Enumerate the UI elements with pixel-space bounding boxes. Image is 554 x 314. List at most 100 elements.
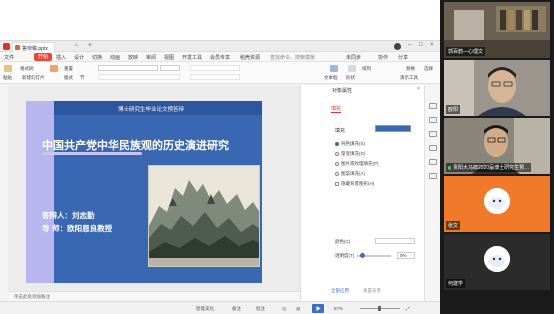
select-label[interactable]: 选择 [424,66,433,72]
smart-beautify-button[interactable]: 智能美化 [196,306,214,312]
current-slide[interactable]: 博士研究生毕业论文预答辩 中国共产党中华民族观的历史演进研究 答辩人：刘志勤 导… [26,101,262,283]
participant-avatar-4 [484,188,510,214]
new-tab-icon[interactable]: + [88,42,92,49]
document-tab[interactable]: 答辩稿.pptx [12,42,55,52]
layout-label[interactable]: 版式 [64,75,73,81]
participant-tile-1[interactable]: 郭百鹤—心理文 [444,2,550,58]
shape-label[interactable]: 形状 [346,75,355,81]
account-avatar[interactable] [394,43,401,50]
paste-icon[interactable] [4,65,12,72]
minimize-icon[interactable]: – [408,42,411,48]
pane-title: 对象属性 [332,88,353,94]
alignment-row[interactable] [190,74,240,80]
template-icon[interactable] [429,145,437,151]
landscape-painting-image[interactable] [148,165,260,267]
option-pattern-fill-label: 图案填充(A) [341,171,365,176]
participant-tile-2[interactable]: 欧阳 [444,60,550,116]
backup-icon[interactable] [429,173,437,179]
wps-logo-icon[interactable] [3,43,10,50]
notes-placeholder: 单击此处添加备注 [14,294,50,299]
close-window-icon[interactable]: × [430,42,434,48]
animation-icon[interactable] [429,117,437,123]
menu-transition[interactable]: 切换 [92,54,102,61]
menu-member[interactable]: 会员专享 [210,54,230,61]
transparency-slider-knob[interactable] [360,253,365,258]
replace-label[interactable]: 替换 [406,66,415,72]
settings-icon[interactable] [429,159,437,165]
option-pattern-fill[interactable]: 图案填充(A) [335,171,365,177]
section-label[interactable]: 节 [80,75,85,81]
fill-color-swatch[interactable] [375,125,411,132]
format-painter-label[interactable]: 格式刷 [20,66,34,72]
ribbon-menu-bar: 文件 开始 插入 设计 切换 动画 放映 审阅 视图 开发工具 会员专享 稻壳资… [0,52,440,62]
participant-tile-4[interactable]: 张文 [444,176,550,232]
radio-icon [335,171,339,176]
close-tab-icon[interactable]: × [75,43,78,49]
participant-tile-3[interactable]: 贵阳大马郎2020届博士研究生预… [444,118,550,174]
reset-background-button[interactable]: 重置背景 [363,288,381,294]
transparency-value[interactable]: 0% [397,252,415,259]
font-style-row[interactable] [98,74,180,80]
pane-close-icon[interactable]: × [417,86,420,92]
play-slideshow-button[interactable] [312,304,324,313]
slide-canvas[interactable]: 博士研究生毕业论文预答辩 中国共产党中华民族观的历史演进研究 答辩人：刘志勤 导… [8,85,300,291]
slide-thumbnail-panel[interactable] [0,85,8,291]
option-hide-background[interactable]: 隐藏背景图形(H) [335,181,374,187]
slide-author[interactable]: 答辩人：刘志勤 [42,210,95,221]
video-gallery: 郭百鹤—心理文 欧阳 贵阳大马郎2020届博士研究生预… 张文 何建学 [440,0,554,314]
textbox-icon[interactable] [330,65,338,72]
properties-icon[interactable] [429,103,437,109]
menu-review[interactable]: 审阅 [146,54,156,61]
paragraph-row[interactable] [190,65,240,71]
option-gradient-fill[interactable]: 渐变填充(G) [335,151,366,157]
option-hide-background-label: 隐藏背景图形(H) [341,181,375,186]
option-solid-fill[interactable]: 纯色填充(S) [335,141,365,147]
menu-insert[interactable]: 插入 [56,54,66,61]
radio-selected-icon [335,141,339,146]
participant-avatar-5 [484,246,510,272]
object-properties-pane: 对象属性 × 填充 填充 纯色填充(S) 渐变填充(G) 图片或纹理填充(P) … [300,85,424,301]
font-name-field[interactable] [98,65,158,71]
menu-design[interactable]: 设计 [74,54,84,61]
apply-all-button[interactable]: 全部应用 [331,288,349,294]
participant-tile-5[interactable]: 何建学 [444,234,550,290]
option-picture-fill[interactable]: 图片或纹理填充(P) [335,161,379,167]
participant-name-1: 郭百鹤—心理文 [446,47,486,56]
zoom-slider-knob[interactable] [378,306,381,311]
fill-section-header[interactable]: 填充 [335,127,345,134]
comments-toggle-button[interactable]: 批注 [256,306,265,312]
reset-label[interactable]: 重置 [64,66,73,72]
arrange-label[interactable]: 排列 [362,66,371,72]
menu-view[interactable]: 视图 [164,54,174,61]
slide-advisor[interactable]: 导 师：欧阳恩良教授 [42,223,112,234]
new-slide-label[interactable]: 新建幻灯片 [22,75,45,81]
zoom-level[interactable]: 87% [334,306,343,311]
collab-button[interactable]: 协作 [378,54,388,61]
maximize-icon[interactable]: □ [419,42,423,48]
sync-status[interactable]: 未同步 [346,54,361,61]
slide-title[interactable]: 中国共产党中华民族观的历史演进研究 [42,137,229,153]
textbox-label[interactable]: 文本框 [324,75,338,81]
tab-fill[interactable]: 填充 [331,105,342,113]
sorter-view-icon[interactable]: ▦ [296,306,300,312]
menu-slideshow[interactable]: 放映 [128,54,138,61]
new-slide-icon[interactable] [50,65,58,72]
slide-subtitle[interactable]: 博士研究生毕业论文预答辩 [118,105,184,113]
menu-animation[interactable]: 动画 [110,54,120,61]
color-dropdown[interactable] [375,238,415,244]
menu-home[interactable]: 开始 [34,53,53,61]
command-search[interactable]: 查找命令、搜索模板 [270,54,315,61]
menu-file[interactable]: 文件 [4,54,14,61]
font-size-field[interactable] [160,65,180,71]
notes-toggle-button[interactable]: 备注 [232,306,241,312]
shape-icon[interactable] [348,65,356,72]
menu-docer[interactable]: 稻壳资源 [240,54,260,61]
fit-window-icon[interactable]: ⤢ [406,306,410,311]
share-button[interactable]: 分享 [398,54,408,61]
menu-developer[interactable]: 开发工具 [182,54,202,61]
notes-area[interactable]: 单击此处添加备注 [8,291,300,301]
style-icon[interactable] [429,131,437,137]
landscape-painting-drawing [149,166,259,266]
presentation-tools-label[interactable]: 演示工具 [400,75,418,81]
normal-view-icon[interactable]: ▤ [282,306,286,312]
